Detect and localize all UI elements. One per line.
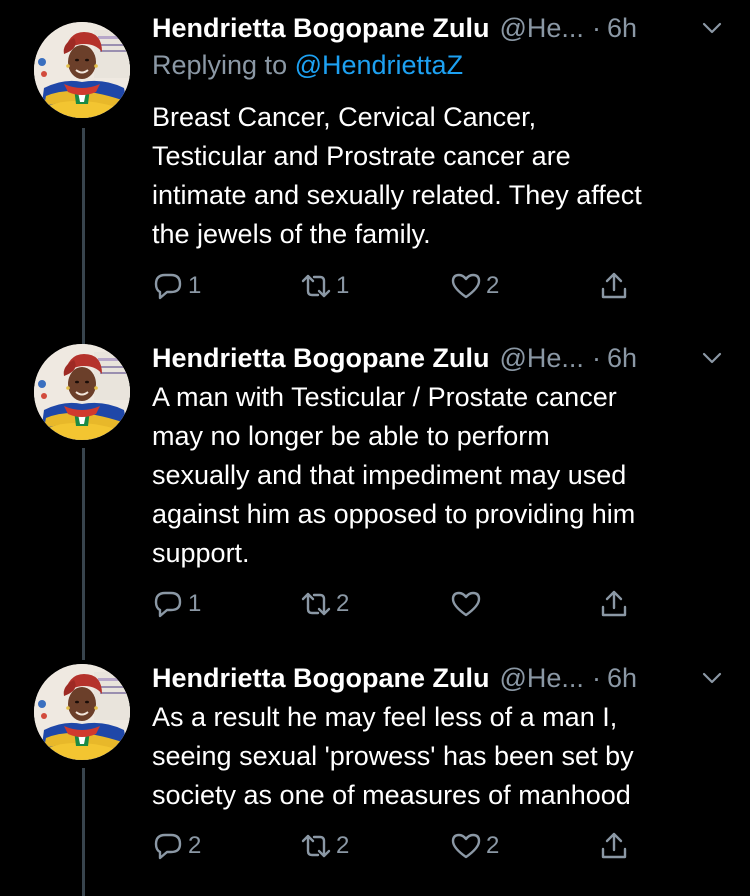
tweet-header: Hendrietta Bogopane Zulu @He... · 6h	[152, 340, 726, 376]
retweet-button[interactable]: 2	[300, 584, 349, 624]
avatar[interactable]	[34, 22, 130, 118]
retweet-icon	[301, 592, 331, 616]
tweet-actions: 1 1 2	[152, 266, 652, 306]
timestamp[interactable]: 6h	[607, 343, 637, 374]
tweet[interactable]: Hendrietta Bogopane Zulu @He... · 6h Rep…	[0, 0, 750, 330]
timestamp[interactable]: 6h	[607, 663, 637, 694]
replying-to-label: Replying to	[152, 50, 295, 80]
tweet-text: As a result he may feel less of a man I,…	[152, 698, 732, 815]
like-button[interactable]: 2	[450, 266, 499, 306]
share-button[interactable]	[598, 826, 630, 866]
reply-button[interactable]: 2	[152, 826, 201, 866]
author-handle[interactable]: @He...	[500, 13, 584, 44]
tweet-header: Hendrietta Bogopane Zulu @He... · 6h	[152, 10, 726, 46]
chevron-down-icon[interactable]	[698, 664, 726, 692]
tweet-text-line: sexually and that impediment may used	[152, 460, 627, 490]
tweet-text-line: the jewels of the family.	[152, 219, 431, 249]
chevron-down-icon[interactable]	[698, 344, 726, 372]
reply-count: 1	[188, 272, 202, 299]
tweet[interactable]: Hendrietta Bogopane Zulu @He... · 6h As …	[0, 650, 750, 896]
reply-count: 1	[188, 590, 202, 617]
separator: ·	[591, 342, 601, 373]
retweet-count: 2	[336, 590, 350, 617]
share-button[interactable]	[598, 266, 630, 306]
chevron-down-icon[interactable]	[698, 14, 726, 42]
share-icon	[601, 590, 627, 617]
author-name[interactable]: Hendrietta Bogopane Zulu	[152, 663, 490, 694]
like-icon	[451, 833, 481, 859]
tweet-text-line: may no longer be able to perform	[152, 421, 550, 451]
replying-to-link[interactable]: @HendriettaZ	[295, 50, 463, 80]
share-icon	[601, 272, 627, 299]
like-button[interactable]: 2	[450, 826, 499, 866]
tweet-text: A man with Testicular / Prostate cancer …	[152, 378, 732, 573]
author-handle[interactable]: @He...	[500, 663, 584, 694]
retweet-count: 1	[336, 272, 350, 299]
tweet-text-line: society as one of measures of manhood	[152, 780, 631, 810]
avatar[interactable]	[34, 664, 130, 760]
separator: ·	[591, 12, 601, 43]
tweet-text-line: Testicular and Prostrate cancer are	[152, 141, 571, 171]
reply-icon	[154, 591, 182, 618]
tweet-text-line: support.	[152, 538, 250, 568]
author-handle[interactable]: @He...	[500, 343, 584, 374]
retweet-icon	[301, 274, 331, 298]
tweet-text-line: A man with Testicular / Prostate cancer	[152, 382, 617, 412]
like-icon	[451, 273, 481, 299]
tweet-text-line: against him as opposed to providing him	[152, 499, 636, 529]
retweet-count: 2	[336, 832, 350, 859]
author-name[interactable]: Hendrietta Bogopane Zulu	[152, 13, 490, 44]
retweet-button[interactable]: 1	[300, 266, 349, 306]
avatar[interactable]	[34, 344, 130, 440]
tweet-text-line: intimate and sexually related. They affe…	[152, 180, 642, 210]
timestamp[interactable]: 6h	[607, 13, 637, 44]
tweet-text: Breast Cancer, Cervical Cancer, Testicul…	[152, 98, 732, 254]
tweet-text-line: Breast Cancer, Cervical Cancer,	[152, 102, 537, 132]
replying-to: Replying to @HendriettaZ	[152, 50, 463, 81]
tweet-text-line: seeing sexual 'prowess' has been set by	[152, 741, 634, 771]
reply-count: 2	[188, 832, 202, 859]
tweet-actions: 1 2	[152, 584, 652, 624]
like-count: 2	[486, 832, 500, 859]
retweet-icon	[301, 834, 331, 858]
like-count: 2	[486, 272, 500, 299]
share-icon	[601, 832, 627, 859]
reply-icon	[154, 833, 182, 860]
share-button[interactable]	[598, 584, 630, 624]
tweet-text-line: As a result he may feel less of a man I,	[152, 702, 618, 732]
reply-icon	[154, 273, 182, 300]
author-name[interactable]: Hendrietta Bogopane Zulu	[152, 343, 490, 374]
tweet-header: Hendrietta Bogopane Zulu @He... · 6h	[152, 660, 726, 696]
retweet-button[interactable]: 2	[300, 826, 349, 866]
separator: ·	[591, 662, 601, 693]
tweet-actions: 2 2 2	[152, 826, 652, 866]
reply-button[interactable]: 1	[152, 266, 201, 306]
reply-button[interactable]: 1	[152, 584, 201, 624]
like-button[interactable]	[450, 584, 486, 624]
like-icon	[451, 591, 481, 617]
tweet[interactable]: Hendrietta Bogopane Zulu @He... · 6h A m…	[0, 330, 750, 650]
